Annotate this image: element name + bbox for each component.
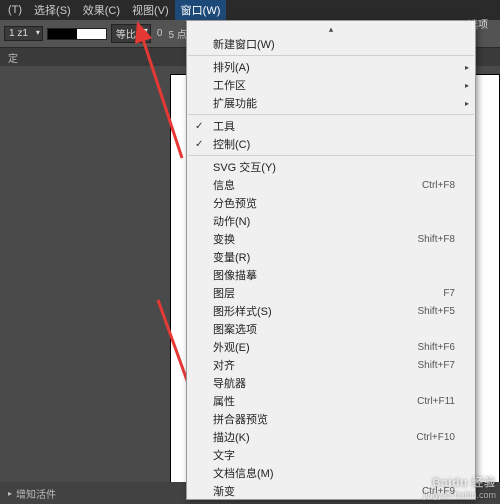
watermark: Baidu 经验 jingyan.baidu.com xyxy=(423,474,496,500)
menu-item-label: 图形样式(S) xyxy=(213,303,417,319)
menu-item[interactable]: 信息Ctrl+F8 xyxy=(187,176,475,194)
menu-shortcut: Ctrl+F8 xyxy=(422,180,455,191)
menu-item-label: 新建窗口(W) xyxy=(213,36,455,52)
menu-item[interactable]: 图像描摹 xyxy=(187,266,475,284)
menu-item-label: 工作区 xyxy=(213,77,455,93)
watermark-url: jingyan.baidu.com xyxy=(423,490,496,500)
scroll-up-arrow[interactable]: ▴ xyxy=(187,23,475,35)
menu-item[interactable]: 分色预览 xyxy=(187,194,475,212)
menu-shortcut: Ctrl+F11 xyxy=(417,396,455,407)
menu-item-label: 拼合器预览 xyxy=(213,411,455,427)
menu-item-label: 信息 xyxy=(213,177,422,193)
menu-separator xyxy=(188,114,474,115)
menu-shortcut: Shift+F8 xyxy=(417,234,455,245)
menu-separator xyxy=(188,55,474,56)
menu-item[interactable]: 扩展功能 ▸ xyxy=(187,94,475,112)
annotation-arrow-top xyxy=(132,20,192,160)
menubar: (T) 选择(S) 效果(C) 视图(V) 窗口(W) xyxy=(0,0,500,20)
menu-item[interactable]: 图案选项 xyxy=(187,320,475,338)
submenu-arrow-icon: ▸ xyxy=(465,99,469,108)
submenu-arrow-icon: ▸ xyxy=(465,81,469,90)
menu-item-label: 导航器 xyxy=(213,375,455,391)
menu-item-label: SVG 交互(Y) xyxy=(213,159,455,175)
stroke-preview[interactable] xyxy=(47,28,107,40)
menu-shortcut: Shift+F7 xyxy=(417,360,455,371)
menu-item-label: 文字 xyxy=(213,447,455,463)
menu-item[interactable]: 变量(R) xyxy=(187,248,475,266)
check-icon: ✓ xyxy=(195,139,203,150)
check-icon: ✓ xyxy=(195,121,203,132)
menu-item[interactable]: 工作区 ▸ xyxy=(187,76,475,94)
zoom-dropdown[interactable]: 1 z1 xyxy=(4,26,43,41)
menu-window[interactable]: 窗口(W) xyxy=(175,0,227,20)
menu-item-label: 图案选项 xyxy=(213,321,455,337)
menu-item-label: 渐变 xyxy=(213,483,422,499)
chevron-right-icon[interactable]: ▸ xyxy=(8,489,12,498)
watermark-brand: Baidu 经验 xyxy=(423,474,496,490)
menu-item-label: 分色预览 xyxy=(213,195,455,211)
menu-item[interactable]: ✓ 控制(C) xyxy=(187,135,475,153)
menu-item-label: 属性 xyxy=(213,393,417,409)
menu-item-label: 控制(C) xyxy=(213,136,455,152)
menu-effect[interactable]: 效果(C) xyxy=(77,0,126,20)
menu-item[interactable]: 拼合器预览 xyxy=(187,410,475,428)
menu-item[interactable]: SVG 交互(Y) xyxy=(187,158,475,176)
menu-item-label: 文档信息(M) xyxy=(213,465,455,481)
menu-item[interactable]: 新建窗口(W) xyxy=(187,35,475,53)
menu-item-label: 变量(R) xyxy=(213,249,455,265)
menu-item-label: 描边(K) xyxy=(213,429,416,445)
document-tab[interactable]: 定 xyxy=(0,48,26,66)
menu-item-label: 工具 xyxy=(213,118,455,134)
menu-item[interactable]: 属性Ctrl+F11 xyxy=(187,392,475,410)
menu-item-label: 动作(N) xyxy=(213,213,455,229)
menu-item[interactable]: 文字 xyxy=(187,446,475,464)
status-label: 增知活件 xyxy=(16,486,56,501)
menu-item-label: 图层 xyxy=(213,285,443,301)
menu-separator xyxy=(188,155,474,156)
menu-shortcut: F7 xyxy=(443,288,455,299)
menu-t[interactable]: (T) xyxy=(2,2,28,18)
menu-item-label: 对齐 xyxy=(213,357,417,373)
menu-item-label: 图像描摹 xyxy=(213,267,455,283)
menu-item[interactable]: 动作(N) xyxy=(187,212,475,230)
menu-item[interactable]: ✓ 工具 xyxy=(187,117,475,135)
menu-view[interactable]: 视图(V) xyxy=(126,0,175,20)
menu-select[interactable]: 选择(S) xyxy=(28,0,77,20)
submenu-arrow-icon: ▸ xyxy=(465,63,469,72)
menu-item-label: 变换 xyxy=(213,231,417,247)
menu-item[interactable]: 对齐Shift+F7 xyxy=(187,356,475,374)
menu-item[interactable]: 图层F7 xyxy=(187,284,475,302)
menu-item[interactable]: 排列(A) ▸ xyxy=(187,58,475,76)
window-menu-dropdown: ▴ 新建窗口(W) 排列(A) ▸ 工作区 ▸ 扩展功能 ▸ ✓ 工具 ✓ 控制(C) SVG 交互(… xyxy=(186,20,476,500)
menu-item-label: 排列(A) xyxy=(213,59,455,75)
menu-item-label: 外观(E) xyxy=(213,339,417,355)
menu-item[interactable]: 变换Shift+F8 xyxy=(187,230,475,248)
menu-item[interactable]: 导航器 xyxy=(187,374,475,392)
menu-item-label: 扩展功能 xyxy=(213,95,455,111)
menu-shortcut: Ctrl+F10 xyxy=(416,432,455,443)
menu-item[interactable]: 图形样式(S)Shift+F5 xyxy=(187,302,475,320)
menu-item[interactable]: 描边(K)Ctrl+F10 xyxy=(187,428,475,446)
menu-shortcut: Shift+F6 xyxy=(417,342,455,353)
menu-shortcut: Shift+F5 xyxy=(417,306,455,317)
menu-item[interactable]: 外观(E)Shift+F6 xyxy=(187,338,475,356)
